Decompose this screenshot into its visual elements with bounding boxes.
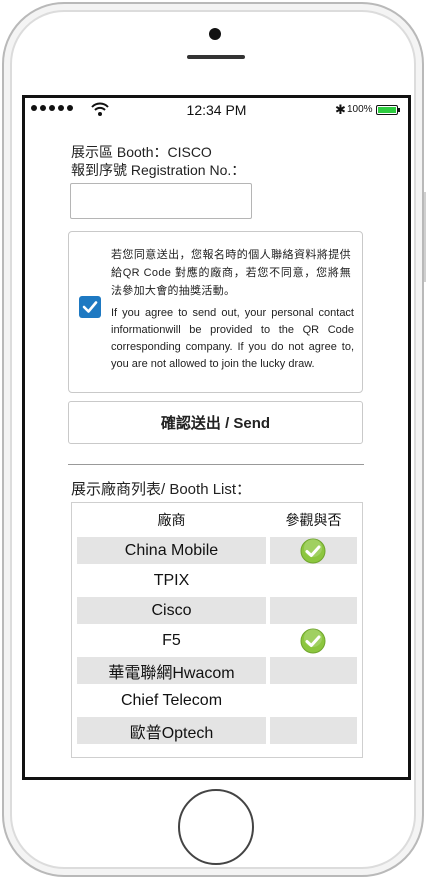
table-row: TPIX [77,567,357,594]
table-row: China Mobile [77,537,357,564]
battery-icon [376,105,400,115]
booth-name: Chief Telecom [120,691,223,709]
registration-number-input[interactable] [70,183,252,219]
table-row: Cisco [77,597,357,624]
visited-cell [270,627,357,654]
booth-name: Cisco [77,597,266,624]
column-header-visited: 參觀與否 [285,512,342,528]
status-bar: 12:34 PM ✱ 100% [25,98,408,122]
visited-cell [270,567,357,594]
visited-cell [269,717,357,744]
booth-name: TPIX [153,571,190,589]
booth-list-heading: 展示廠商列表/ Booth List： [71,481,252,498]
front-camera [209,28,221,40]
home-button[interactable] [178,789,254,865]
booth-label: 展示區 Booth：CISCO [71,144,212,160]
checkmark-icon [82,301,98,313]
column-header-vendor: 廠商 [157,512,186,528]
booth-name: China Mobile [77,537,266,564]
consent-checkbox[interactable] [79,296,101,318]
consent-text-english: If you agree to send out, your personal … [111,307,354,370]
send-button[interactable]: 確認送出 / Send [68,401,363,444]
battery-percent: 100% [347,104,373,115]
visited-cell [269,597,357,624]
booth-name: 華電聯網Hwacom [77,657,266,684]
consent-panel: 若您同意送出，您報名時的個人聯絡資料將提供給QR Code 對應的廠商，若您不同… [68,231,363,393]
booth-list-table: 廠商 參觀與否 China Mobile TPIX Cisco F5 華電聯網Hwaco… [71,502,363,758]
registration-label: 報到序號 Registration No.： [71,162,246,178]
section-divider [68,464,364,465]
visited-cell [269,537,357,564]
earpiece-speaker [187,55,245,59]
table-row: 歐普Optech [77,717,357,744]
consent-text-chinese: 若您同意送出，您報名時的個人聯絡資料將提供給QR Code 對應的廠商，若您不同… [111,249,351,297]
phone-frame: 12:34 PM ✱ 100% 展示區 Booth：CISCO 報到序號 Reg… [2,2,426,877]
visited-cell [270,687,357,714]
booth-name: 歐普Optech [77,717,266,744]
table-row: 華電聯網Hwacom [77,657,357,684]
table-row: Chief Telecom [77,687,357,714]
table-row: F5 [77,627,357,654]
bluetooth-icon: ✱ [335,102,346,117]
visited-check-icon [300,538,326,563]
visited-check-icon [300,628,326,653]
phone-screen: 12:34 PM ✱ 100% 展示區 Booth：CISCO 報到序號 Reg… [22,95,411,780]
visited-cell [269,657,357,684]
booth-name: F5 [162,631,181,649]
